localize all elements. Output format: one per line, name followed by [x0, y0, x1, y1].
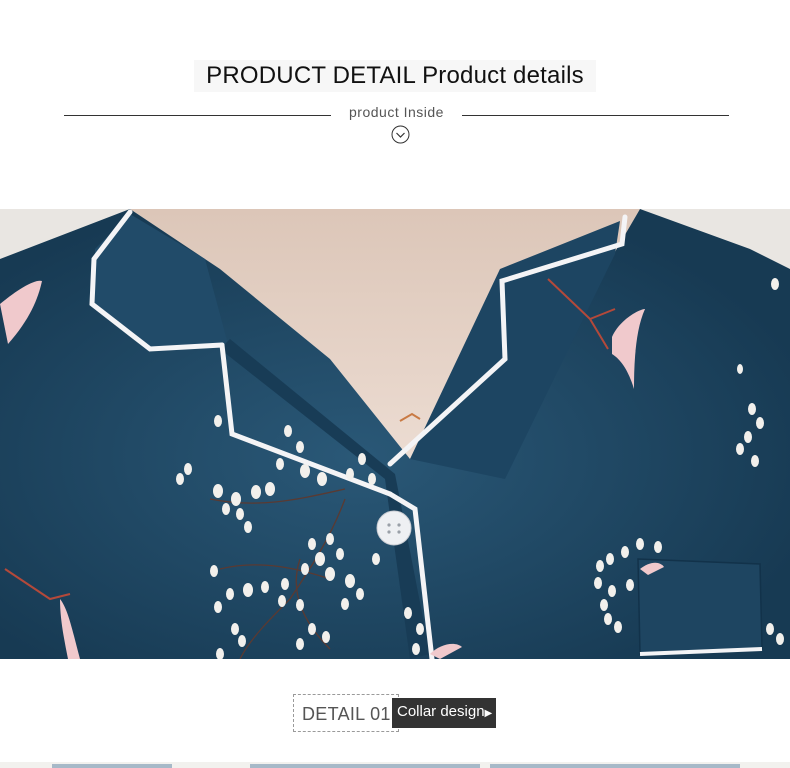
divider-right [462, 115, 729, 116]
collar-closeup-image [0, 209, 790, 659]
section-header: PRODUCT DETAIL Product details [0, 60, 790, 92]
detail-number-label: DETAIL 01 [293, 694, 399, 732]
section-subtitle: product Inside [349, 104, 444, 120]
divider-left [64, 115, 331, 116]
product-photo-collar [0, 209, 790, 659]
collar-design-label: Collar design [397, 703, 485, 720]
collar-design-tag: Collar design▶ [392, 698, 496, 728]
chevron-down-circle-icon[interactable] [391, 125, 410, 144]
play-triangle-icon: ▶ [484, 708, 493, 719]
next-section-edge [0, 762, 790, 768]
page-title: PRODUCT DETAIL Product details [194, 60, 596, 92]
